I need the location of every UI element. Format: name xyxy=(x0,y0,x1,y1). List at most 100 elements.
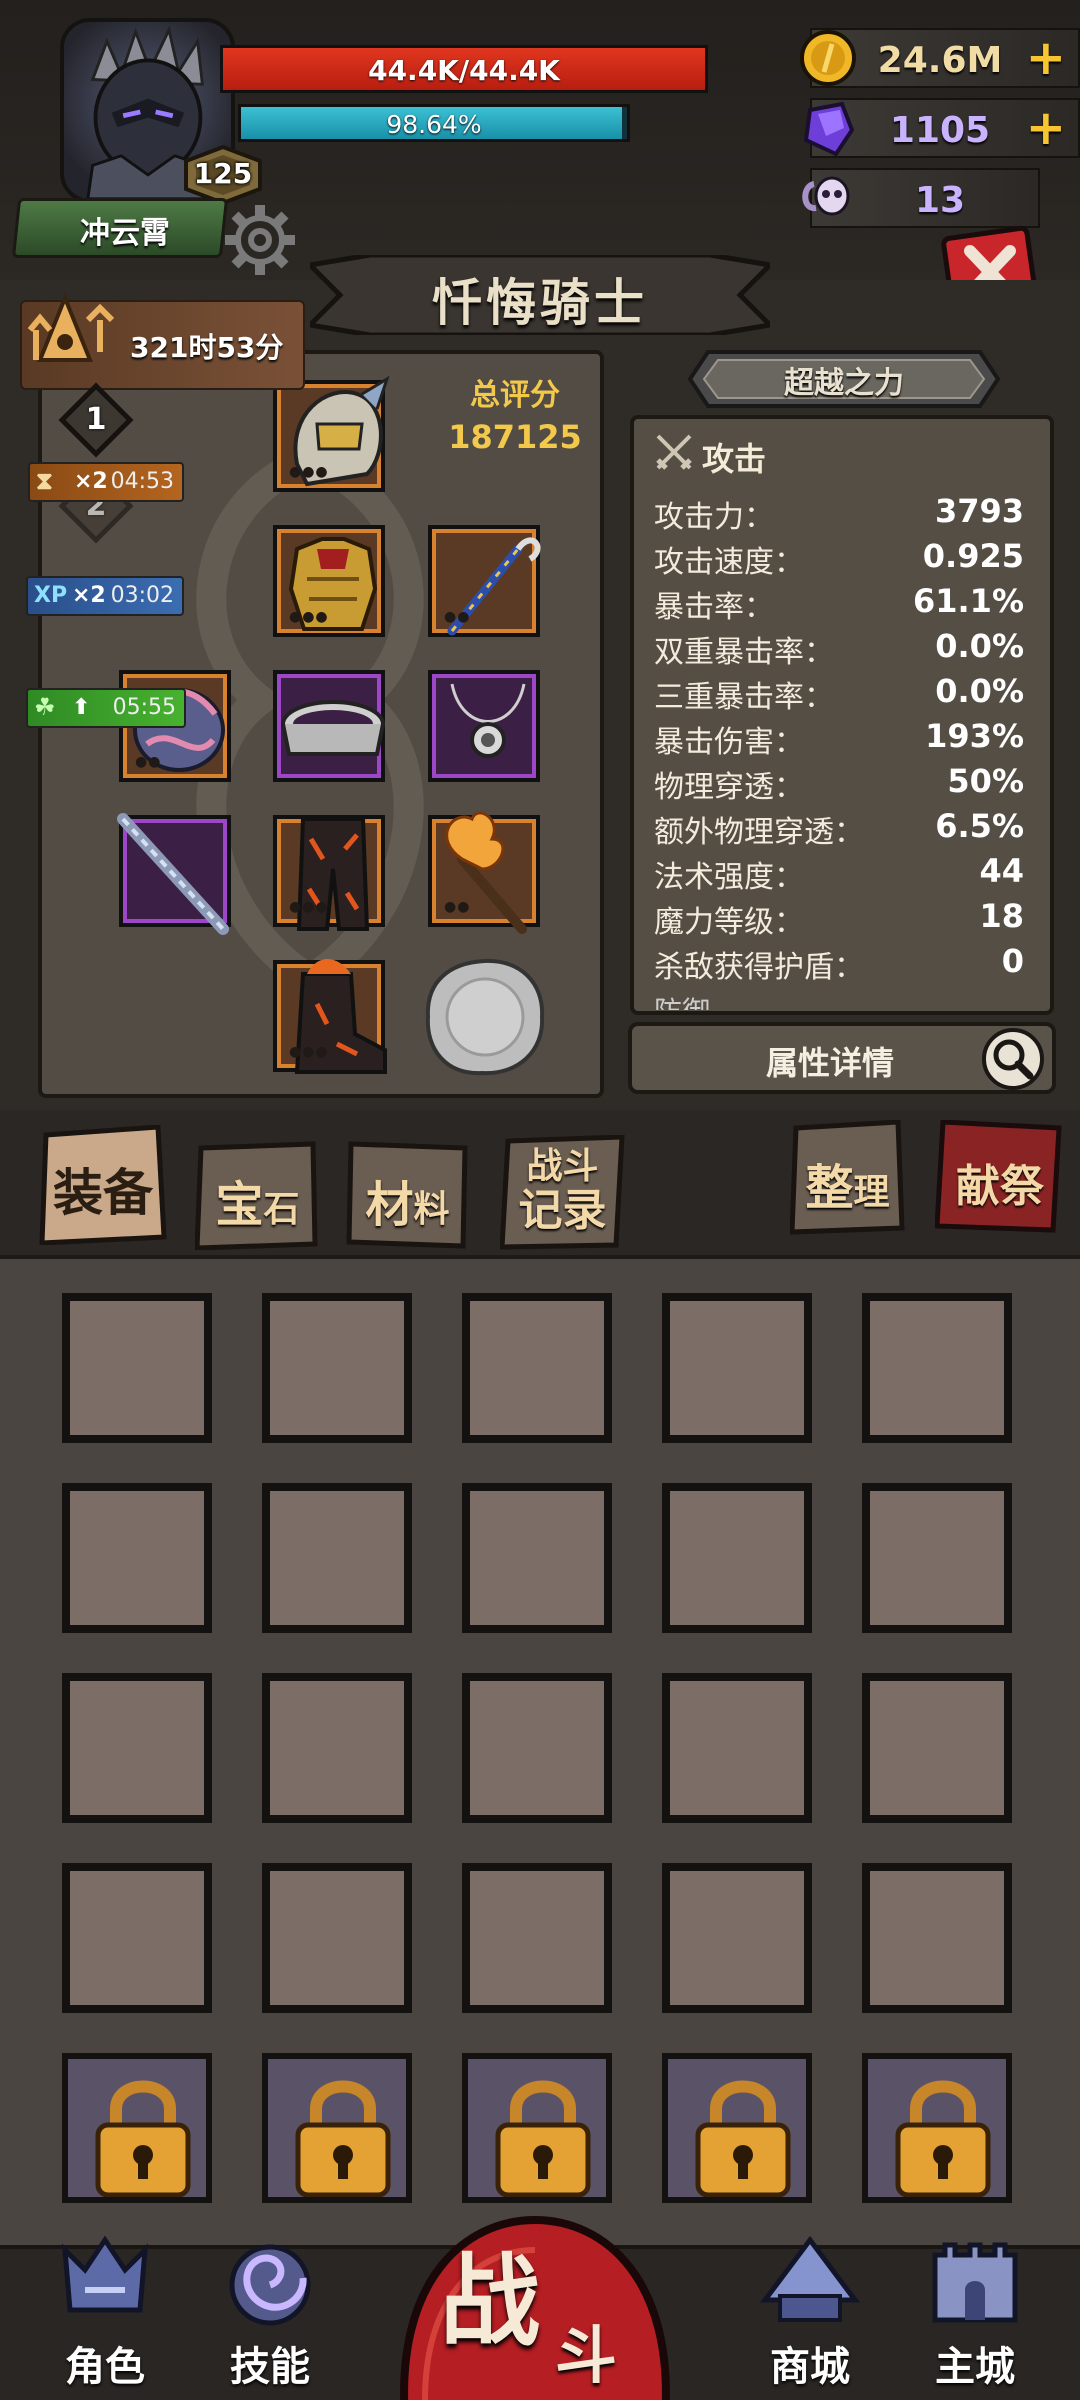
xp-bar: 98.64% xyxy=(238,104,630,142)
padlock-icon xyxy=(895,2080,991,2197)
dragon-helmet-icon xyxy=(293,375,390,487)
swirl-icon xyxy=(229,2244,311,2326)
attribute-detail-label: 属性详情 xyxy=(765,1044,894,1082)
inventory-slot[interactable] xyxy=(662,1673,812,1823)
silver-seal-icon xyxy=(425,958,545,1076)
inventory-slot[interactable] xyxy=(662,1293,812,1443)
settings-gear-icon[interactable] xyxy=(215,195,305,285)
stat-row: 杀敌获得护盾： 0 xyxy=(654,942,1024,985)
tab-sort[interactable]: 整理 xyxy=(790,1120,905,1240)
xp-buff[interactable]: XP ×2 03:02 xyxy=(26,576,184,616)
class-title: 忏悔骑士 xyxy=(432,274,648,332)
armor-slot[interactable]: ●●● xyxy=(273,525,385,637)
lava-boots-icon xyxy=(294,959,387,1074)
locked-slot[interactable] xyxy=(462,2053,612,2203)
hp-bar: 44.4K/44.4K xyxy=(220,45,708,93)
rank-diamond-1[interactable]: 1 xyxy=(58,382,134,458)
padlock-icon xyxy=(495,2080,591,2197)
tab-gems[interactable]: 宝石 xyxy=(195,1140,320,1260)
locked-slot[interactable] xyxy=(662,2053,812,2203)
offhand-slot[interactable] xyxy=(117,813,231,935)
gold-coin-icon xyxy=(800,30,856,86)
torch-slot[interactable]: ●● xyxy=(428,811,540,934)
staff-icon xyxy=(447,537,541,636)
seal-slot[interactable] xyxy=(420,955,550,1080)
stat-row: 法术强度： 44 xyxy=(654,852,1024,895)
stat-row: 双重暴击率： 0.0% xyxy=(654,627,1024,670)
nav-shop[interactable]: 商城 xyxy=(745,2235,875,2400)
hp-text: 44.4K/44.4K xyxy=(368,54,560,87)
add-gold-button[interactable]: + xyxy=(1026,32,1066,84)
battle-button[interactable]: 战 斗 xyxy=(385,2200,685,2400)
amulet-icon xyxy=(450,683,526,758)
inventory-slot[interactable] xyxy=(62,1483,212,1633)
inventory-slot[interactable] xyxy=(862,1293,1012,1443)
xp-icon: XP xyxy=(34,583,68,608)
stat-row: 魔力等级： 18 xyxy=(654,897,1024,940)
nav-skills[interactable]: 技能 xyxy=(205,2244,335,2400)
luck-buff[interactable]: ☘ ⬆ 05:55 xyxy=(26,688,186,728)
inventory-slot[interactable] xyxy=(262,1673,412,1823)
gold-amount: 24.6M xyxy=(877,40,1003,81)
tab-equipment[interactable]: 装备 xyxy=(38,1125,168,1245)
padlock-icon xyxy=(695,2080,791,2197)
crystal-currency: 1105 + xyxy=(803,98,1080,158)
inventory-slot[interactable] xyxy=(262,1483,412,1633)
inventory-slot[interactable] xyxy=(662,1483,812,1633)
gold-currency: 24.6M + xyxy=(800,28,1080,88)
inventory-slot[interactable] xyxy=(862,1673,1012,1823)
inventory-slot[interactable] xyxy=(462,1483,612,1633)
locked-slot[interactable] xyxy=(262,2053,412,2203)
weapon-slot[interactable]: ●● xyxy=(428,525,541,637)
magnifier-icon[interactable] xyxy=(980,1026,1046,1092)
crystal-amount: 1105 xyxy=(889,110,991,151)
locked-slot[interactable] xyxy=(862,2053,1012,2203)
nav-main-city[interactable]: 主城 xyxy=(910,2242,1040,2400)
inventory-slot[interactable] xyxy=(662,1863,812,2013)
nav-character[interactable]: 角色 xyxy=(40,2235,170,2400)
hourglass-buff[interactable]: ⧗ ×2 04:53 xyxy=(28,462,184,502)
stat-row: 物理穿透： 50% xyxy=(654,762,1024,805)
score-label: 总评分 xyxy=(470,378,560,413)
gold-armor-icon xyxy=(288,537,378,631)
tab-battle-log[interactable]: 战斗 记录 xyxy=(500,1135,625,1255)
castle-icon xyxy=(932,2242,1018,2323)
flaming-torch-icon xyxy=(445,811,527,934)
inventory-slot[interactable] xyxy=(862,1483,1012,1633)
inventory-slot[interactable] xyxy=(62,1293,212,1443)
inventory-slot[interactable] xyxy=(62,1863,212,2013)
ring-slot[interactable] xyxy=(273,670,385,782)
inventory-slot[interactable] xyxy=(862,1863,1012,2013)
tab-sacrifice[interactable]: 献祭 xyxy=(935,1120,1065,1240)
inventory-slot[interactable] xyxy=(462,1673,612,1823)
inventory-slot[interactable] xyxy=(462,1863,612,2013)
skull-currency: 13 xyxy=(802,168,1040,228)
inventory-slot[interactable] xyxy=(262,1293,412,1443)
locked-slot[interactable] xyxy=(62,2053,212,2203)
rank-timer-text: 321时53分 xyxy=(130,331,284,364)
inventory-slot[interactable] xyxy=(262,1863,412,2013)
crossed-swords-icon xyxy=(656,434,692,470)
padlock-icon xyxy=(95,2080,191,2197)
add-crystal-button[interactable]: + xyxy=(1026,102,1066,154)
stat-row: 攻击力： 3793 xyxy=(654,492,1024,535)
tab-materials[interactable]: 材料 xyxy=(345,1140,470,1260)
lava-greaves-icon xyxy=(296,817,370,931)
amulet-slot[interactable] xyxy=(428,670,540,782)
clover-icon: ☘ xyxy=(34,693,56,721)
padlock-icon xyxy=(295,2080,391,2197)
xp-text: 98.64% xyxy=(386,110,482,139)
boots-slot[interactable]: ●●● xyxy=(273,959,387,1074)
ram-skull-icon xyxy=(802,176,850,216)
helmet-slot[interactable]: ●●● xyxy=(273,375,390,492)
stat-row: 三重暴击率： 0.0% xyxy=(654,672,1024,715)
player-name: 冲云霄 xyxy=(80,216,170,251)
inventory-slot[interactable] xyxy=(462,1293,612,1443)
score-value: 187125 xyxy=(448,418,582,456)
stat-row: 暴击伤害： 193% xyxy=(654,717,1024,760)
inventory-slot[interactable] xyxy=(62,1673,212,1823)
legs-slot[interactable]: ●●● xyxy=(273,815,385,931)
spear-icon xyxy=(117,813,229,935)
silver-bracer-icon xyxy=(281,700,385,756)
stat-row: 额外物理穿透： 6.5% xyxy=(654,807,1024,850)
